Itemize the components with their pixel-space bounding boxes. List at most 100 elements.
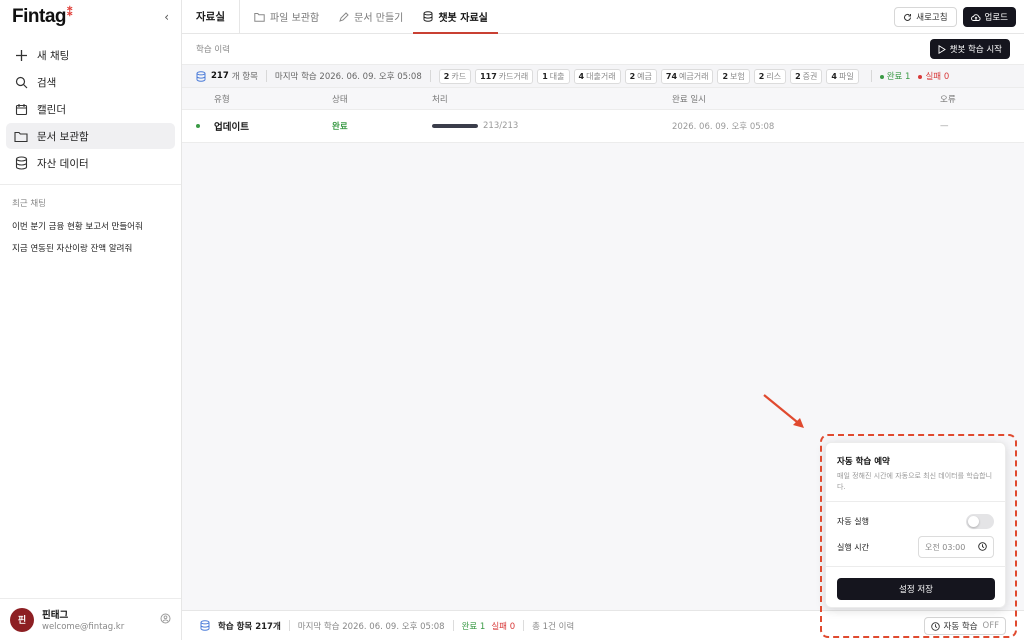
category-chip: 4 대출거래 xyxy=(573,68,621,84)
tab-label: 문서 만들기 xyxy=(354,13,404,24)
pencil-icon xyxy=(339,11,349,22)
sidebar-item-calendar[interactable]: 캘린더 xyxy=(6,96,175,122)
column-header: 오류 xyxy=(940,94,956,105)
total-unit: 개 항목 xyxy=(231,72,258,82)
annotation-highlight-box xyxy=(820,434,1017,638)
folder-icon xyxy=(254,12,265,22)
column-header: 완료 일시 xyxy=(672,94,706,105)
category-chip: 4 파일 xyxy=(826,68,859,84)
sidebar-item-label: 자산 데이터 xyxy=(37,157,89,170)
footer-last-trained: 마지막 학습 2026. 06. 09. 오후 05:08 xyxy=(297,621,445,632)
plus-icon xyxy=(13,47,29,63)
last-trained: 마지막 학습 2026. 06. 09. 오후 05:08 xyxy=(274,72,422,82)
database-icon xyxy=(13,155,29,171)
footer-failure: 실패 0 xyxy=(491,621,516,632)
column-header: 유형 xyxy=(214,94,230,105)
start-training-button[interactable]: 챗봇 학습 시작 xyxy=(929,39,1010,59)
recent-chats-title: 최근 채팅 xyxy=(12,199,46,209)
category-chip: 2 카드 xyxy=(438,68,472,84)
failure-count: 실패 0 xyxy=(918,70,949,82)
start-training-label: 챗봇 학습 시작 xyxy=(949,45,1002,55)
sidebar-item-label: 검색 xyxy=(37,76,57,89)
category-chips: 2 카드 117 카드거래 1 대출 4 대출거래 2 예금 74 예금거래 2 보험 2 리스 2 증권 4 파일 xyxy=(438,68,863,84)
sidebar-item-label: 캘린더 xyxy=(37,103,66,116)
tab-chatbot-library[interactable]: 챗봇 자료실 xyxy=(413,0,499,34)
sidebar-item-document-archive[interactable]: 문서 보관함 xyxy=(6,123,175,149)
footer-items: 학습 항목 217개 xyxy=(218,621,281,632)
category-chip: 2 리스 xyxy=(753,68,787,84)
table-header: 유형 상태 처리 완료 일시 오류 xyxy=(182,88,1024,110)
database-icon xyxy=(196,70,206,82)
database-icon xyxy=(200,620,210,631)
row-completed-at: 2026. 06. 09. 오후 05:08 xyxy=(672,122,775,132)
database-icon xyxy=(423,11,433,22)
folder-icon xyxy=(13,128,29,144)
divider xyxy=(870,70,872,82)
upload-label: 업로드 xyxy=(984,13,1008,23)
play-icon xyxy=(938,44,946,54)
progress-bar xyxy=(432,124,478,128)
profile-name: 핀태그 xyxy=(42,610,69,621)
collapse-sidebar-icon[interactable]: ‹ xyxy=(164,10,169,24)
category-chip: 1 대출 xyxy=(537,68,570,84)
refresh-label: 새로고침 xyxy=(916,13,948,23)
row-progress: 213/213 xyxy=(432,121,672,131)
tab-label: 파일 보관함 xyxy=(269,13,320,24)
upload-button[interactable]: 업로드 xyxy=(962,7,1016,27)
user-profile[interactable]: 핀 핀태그 welcome@fintag.kr xyxy=(0,598,181,640)
divider xyxy=(288,620,290,631)
divider xyxy=(265,70,267,82)
calendar-icon xyxy=(13,101,29,117)
divider xyxy=(452,620,454,631)
sidebar-item-label: 문서 보관함 xyxy=(37,130,89,143)
divider xyxy=(429,70,431,82)
profile-email: welcome@fintag.kr xyxy=(42,622,125,632)
footer-history: 총 1건 이력 xyxy=(532,621,575,632)
column-header: 상태 xyxy=(332,94,348,105)
recent-chat-item[interactable]: 지금 연동된 자산이랑 잔액 알려줘 xyxy=(0,237,181,259)
category-chip: 74 예금거래 xyxy=(660,68,714,84)
sidebar-item-asset-data[interactable]: 자산 데이터 xyxy=(6,150,175,176)
success-count: 완료 1 xyxy=(879,70,910,82)
progress-text: 213/213 xyxy=(483,121,519,131)
logo-row: Fintag⁑ ‹ xyxy=(0,0,181,34)
page-title: 자료실 xyxy=(190,0,240,33)
sidebar-item-label: 새 채팅 xyxy=(37,49,70,62)
refresh-icon xyxy=(903,13,912,22)
sidebar-nav: 새 채팅 검색 캘린더 문서 보관함 자산 데이터 xyxy=(0,42,181,176)
profile-text: 핀태그 welcome@fintag.kr xyxy=(42,607,160,632)
divider xyxy=(523,620,525,631)
sidebar-item-search[interactable]: 검색 xyxy=(6,69,175,95)
sidebar: Fintag⁑ ‹ 새 채팅 검색 캘린더 문서 보관함 자산 데이터 최근 채… xyxy=(0,0,182,640)
topbar: 자료실 파일 보관함 문서 만들기 챗봇 자료실 새로고침 업로드 xyxy=(182,0,1024,34)
stats-bar: 217 개 항목 마지막 학습 2026. 06. 09. 오후 05:08 2… xyxy=(182,64,1024,88)
category-chip: 117 카드거래 xyxy=(475,68,534,84)
search-icon xyxy=(13,74,29,90)
progress-bar-fill xyxy=(432,124,478,128)
refresh-button[interactable]: 새로고침 xyxy=(894,7,957,27)
avatar: 핀 xyxy=(10,607,34,632)
column-header: 처리 xyxy=(432,94,448,105)
settings-icon[interactable] xyxy=(160,613,171,627)
tab-file-archive[interactable]: 파일 보관함 xyxy=(244,0,329,33)
sidebar-item-new-chat[interactable]: 새 채팅 xyxy=(6,42,175,68)
footer-success: 완료 1 xyxy=(461,621,486,632)
category-chip: 2 예금 xyxy=(624,68,657,84)
history-title: 학습 이력 xyxy=(196,45,230,55)
cloud-upload-icon xyxy=(970,13,981,22)
total-count: 217 xyxy=(211,71,229,81)
top-actions: 새로고침 업로드 xyxy=(894,7,1016,27)
row-status: 완료 xyxy=(332,122,348,132)
row-error: — xyxy=(940,121,949,131)
status-dot xyxy=(196,124,200,128)
row-type: 업데이트 xyxy=(182,119,332,133)
category-chip: 2 증권 xyxy=(790,68,823,84)
tab-create-document[interactable]: 문서 만들기 xyxy=(329,0,413,33)
recent-chat-item[interactable]: 이번 분기 금융 현황 보고서 만들어줘 xyxy=(0,215,181,237)
logo[interactable]: Fintag⁑ xyxy=(12,6,73,28)
table-row[interactable]: 업데이트 완료 213/213 2026. 06. 09. 오후 05:08 — xyxy=(182,110,1024,143)
category-chip: 2 보험 xyxy=(717,68,750,84)
history-header: 학습 이력 챗봇 학습 시작 xyxy=(182,34,1024,64)
sidebar-divider xyxy=(0,184,181,185)
tab-label: 챗봇 자료실 xyxy=(438,13,488,24)
